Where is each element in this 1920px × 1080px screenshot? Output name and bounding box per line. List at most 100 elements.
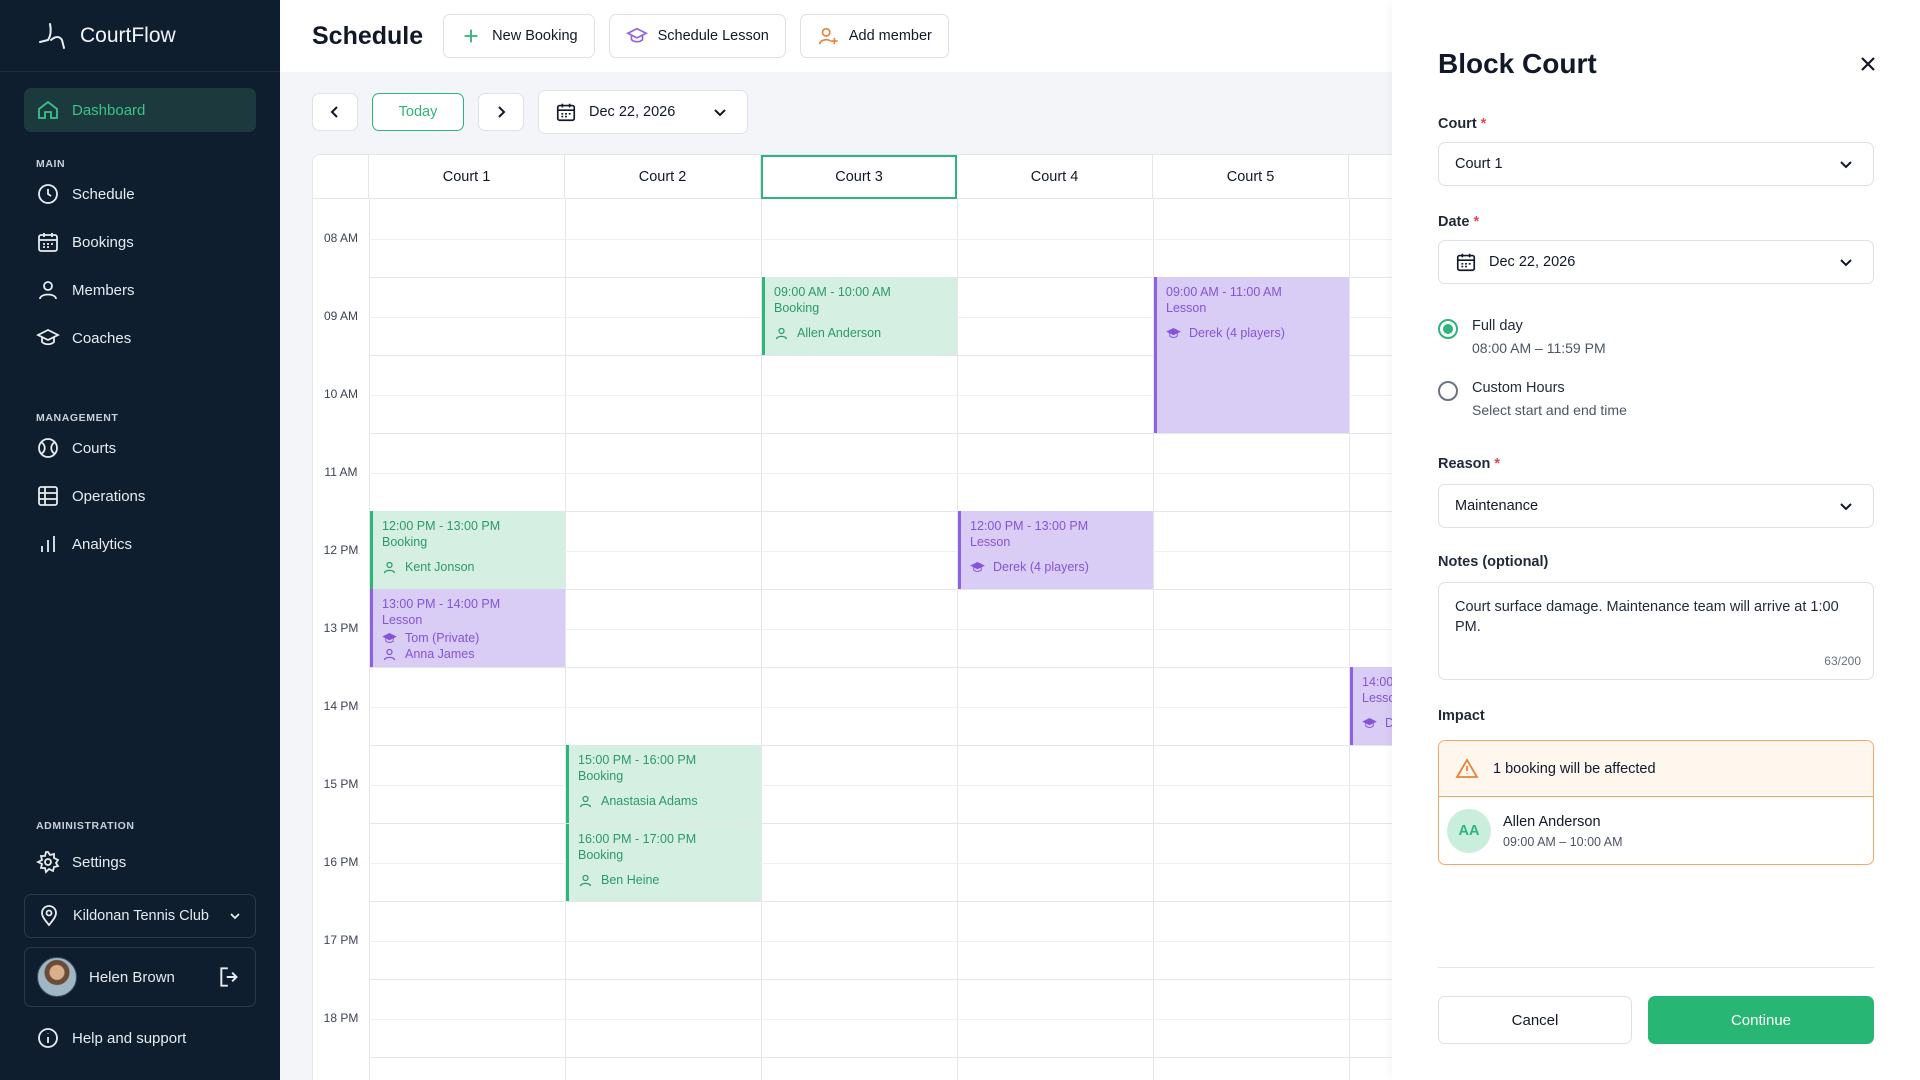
cancel-button[interactable]: Cancel bbox=[1438, 996, 1632, 1044]
sidebar-item-members[interactable]: Members bbox=[24, 268, 256, 312]
booking-event[interactable]: 09:00 AM - 10:00 AM Booking Allen Anders… bbox=[762, 277, 957, 355]
event-person: Anastasia Adams bbox=[601, 794, 698, 808]
notes-textarea[interactable]: Court surface damage. Maintenance team w… bbox=[1438, 582, 1874, 680]
sidebar-item-analytics[interactable]: Analytics bbox=[24, 522, 256, 566]
booking-event[interactable]: 12:00 PM - 13:00 PM Booking Kent Jonson bbox=[370, 511, 565, 589]
impact-warning: 1 booking will be affected bbox=[1439, 741, 1873, 797]
time-label: 11 AM bbox=[324, 465, 358, 479]
radio-selected[interactable] bbox=[1438, 319, 1458, 339]
sidebar: CourtFlow Dashboard MAIN Schedule Bookin… bbox=[0, 0, 280, 1080]
court-header[interactable]: Court 2 bbox=[565, 155, 761, 199]
chevron-down-icon bbox=[1840, 161, 1852, 169]
sidebar-item-bookings[interactable]: Bookings bbox=[24, 220, 256, 264]
court-header[interactable] bbox=[1349, 155, 1392, 199]
continue-button[interactable]: Continue bbox=[1648, 996, 1874, 1044]
home-icon bbox=[38, 100, 58, 119]
court-header-selected[interactable]: Court 3 bbox=[761, 155, 957, 199]
time-label: 12 PM bbox=[323, 543, 359, 557]
affected-name: Allen Anderson bbox=[1503, 813, 1601, 830]
next-day-button[interactable] bbox=[478, 93, 524, 131]
grid-line bbox=[369, 433, 1392, 434]
schedule-grid: Court 1 Court 2 Court 3 Court 4 Court 5 bbox=[312, 154, 1392, 1080]
user-name: Helen Brown bbox=[89, 968, 175, 986]
new-booking-button[interactable]: New Booking bbox=[443, 14, 595, 58]
grid-line bbox=[369, 239, 1392, 240]
sidebar-item-dashboard[interactable]: Dashboard bbox=[24, 88, 256, 132]
radio-subtitle: Select start and end time bbox=[1472, 402, 1627, 418]
custom-hours-radio[interactable]: Custom Hours Select start and end time bbox=[1438, 380, 1627, 418]
court-header[interactable]: Court 4 bbox=[957, 155, 1153, 199]
event-person: Anna James bbox=[405, 647, 475, 661]
button-label: Schedule Lesson bbox=[657, 28, 769, 44]
club-selector[interactable]: Kildonan Tennis Club bbox=[24, 894, 256, 938]
calendar-icon bbox=[556, 103, 576, 122]
button-label: New Booking bbox=[492, 28, 578, 44]
section-main: MAIN bbox=[36, 158, 66, 170]
date-select-value: Dec 22, 2026 bbox=[1489, 254, 1576, 270]
sidebar-item-courts[interactable]: Courts bbox=[24, 426, 256, 470]
time-label: 08 AM bbox=[323, 231, 359, 245]
sidebar-item-label: Courts bbox=[72, 439, 117, 457]
date-select[interactable]: Dec 22, 2026 bbox=[1438, 240, 1874, 284]
booking-event[interactable]: 15:00 PM - 16:00 PM Booking Anastasia Ad… bbox=[566, 745, 761, 823]
reason-select[interactable]: Maintenance bbox=[1438, 484, 1874, 528]
radio-subtitle: 08:00 AM – 11:59 PM bbox=[1472, 340, 1606, 356]
event-time: 12:00 PM - 13:00 PM bbox=[970, 519, 1089, 533]
date-picker[interactable]: Dec 22, 2026 bbox=[538, 90, 748, 134]
graduation-cap-icon bbox=[382, 632, 397, 643]
logout-icon[interactable] bbox=[217, 964, 243, 990]
time-label: 13 PM bbox=[323, 621, 359, 635]
grid-line bbox=[369, 745, 1392, 746]
sidebar-item-label: Settings bbox=[72, 853, 127, 871]
block-court-panel: Block Court Court * Court 1 Date * Dec 22,… bbox=[1392, 0, 1920, 1080]
sidebar-item-operations[interactable]: Operations bbox=[24, 474, 256, 518]
sidebar-item-schedule[interactable]: Schedule bbox=[24, 172, 256, 216]
chevron-right-icon bbox=[498, 106, 506, 118]
add-member-button[interactable]: Add member bbox=[799, 14, 949, 58]
time-label: 18 PM bbox=[323, 1011, 359, 1025]
user-card[interactable]: Helen Brown bbox=[24, 947, 256, 1007]
time-header-corner bbox=[313, 155, 369, 199]
grid-line bbox=[369, 667, 1392, 668]
today-button[interactable]: Today bbox=[372, 93, 464, 131]
user-icon bbox=[579, 795, 592, 807]
user-icon bbox=[39, 281, 57, 300]
notes-counter: 63/200 bbox=[1824, 654, 1861, 668]
grid-line bbox=[565, 199, 566, 1080]
booking-event[interactable]: 16:00 PM - 17:00 PM Booking Ben Heine bbox=[566, 824, 761, 901]
previous-day-button[interactable] bbox=[312, 93, 358, 131]
event-type: Booking bbox=[774, 301, 820, 315]
radio-title: Full day bbox=[1472, 318, 1523, 334]
court-header[interactable]: Court 5 bbox=[1153, 155, 1349, 199]
court-select[interactable]: Court 1 bbox=[1438, 142, 1874, 186]
plus-icon bbox=[464, 29, 478, 43]
lesson-event[interactable]: 09:00 AM - 11:00 AM Lesson Derek (4 play… bbox=[1154, 277, 1349, 433]
brand[interactable]: CourtFlow bbox=[0, 0, 280, 72]
lesson-event[interactable]: 13:00 PM - 14:00 PM Lesson Tom (Private)… bbox=[370, 589, 565, 667]
event-time: 12:00 PM - 13:00 PM bbox=[382, 519, 501, 533]
close-icon[interactable] bbox=[1856, 52, 1880, 76]
lesson-event[interactable]: 14:00 Lesso De bbox=[1350, 667, 1392, 745]
sidebar-item-label: Help and support bbox=[72, 1029, 187, 1047]
event-person: Derek (4 players) bbox=[993, 560, 1089, 574]
event-type: Booking bbox=[578, 769, 624, 783]
divider bbox=[1438, 967, 1874, 968]
chevron-left-icon bbox=[330, 106, 338, 118]
sidebar-item-settings[interactable]: Settings bbox=[24, 840, 256, 884]
add-user-icon bbox=[818, 27, 838, 45]
section-administration: ADMINISTRATION bbox=[36, 820, 135, 832]
full-day-radio[interactable]: Full day 08:00 AM – 11:59 PM bbox=[1438, 318, 1606, 356]
grid-line bbox=[369, 863, 1392, 864]
affected-booking[interactable]: AA Allen Anderson 09:00 AM – 10:00 AM bbox=[1439, 797, 1873, 864]
radio-unselected[interactable] bbox=[1438, 381, 1458, 401]
court-header[interactable]: Court 1 bbox=[369, 155, 565, 199]
tennis-ball-icon bbox=[38, 438, 58, 458]
lesson-event[interactable]: 12:00 PM - 13:00 PM Lesson Derek (4 play… bbox=[958, 511, 1153, 589]
chevron-down-icon bbox=[714, 109, 726, 117]
grid-line bbox=[369, 707, 1392, 708]
main-area: Schedule New Booking Schedule Lesson Add… bbox=[280, 0, 1392, 1080]
sidebar-item-coaches[interactable]: Coaches bbox=[24, 316, 256, 360]
schedule-lesson-button[interactable]: Schedule Lesson bbox=[608, 14, 786, 58]
user-icon bbox=[775, 327, 788, 339]
help-and-support[interactable]: Help and support bbox=[24, 1016, 256, 1060]
